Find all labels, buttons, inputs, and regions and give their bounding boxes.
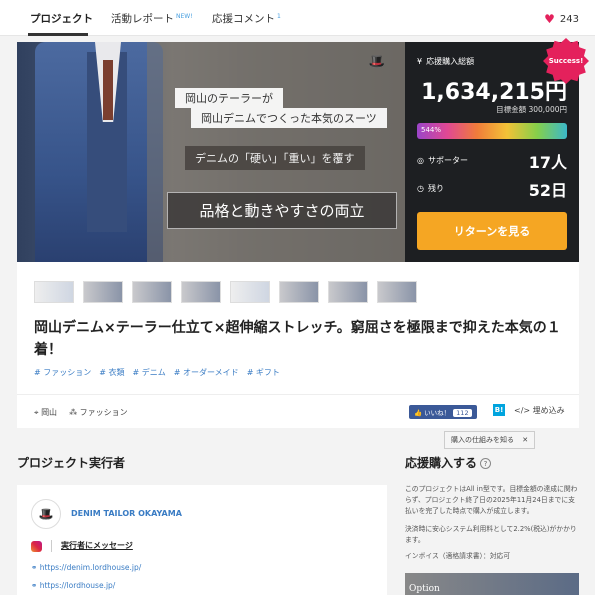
website-link[interactable]: ⚭ https://denim.lordhouse.jp/	[31, 563, 141, 572]
owner-heading: プロジェクト実行者	[17, 456, 126, 470]
website-url: https://lordhouse.jp/	[39, 581, 116, 590]
tab-project[interactable]: プロジェクト	[30, 11, 93, 26]
tab-report[interactable]: 活動レポート NEW!	[111, 11, 193, 26]
user-icon: ◎	[417, 156, 424, 165]
link-icon: ⚭	[31, 563, 38, 572]
thumbnail[interactable]	[377, 281, 417, 303]
tab-report-label: 活動レポート	[111, 13, 174, 25]
tie	[103, 60, 113, 120]
project-meta: ⌖ 岡山 ⁂ ファッション	[34, 407, 128, 418]
thumbnail[interactable]	[181, 281, 221, 303]
website-url: https://denim.lordhouse.jp/	[39, 563, 142, 572]
thumbnail[interactable]	[328, 281, 368, 303]
close-icon[interactable]: ✕	[522, 436, 528, 444]
tag-link[interactable]: # ファッション	[34, 367, 91, 378]
heart-icon: ♥	[544, 12, 555, 26]
brand-logo: 🎩	[357, 48, 397, 88]
hero-caption-2: 岡山デニムでつくった本気のスーツ	[191, 108, 387, 128]
category-icon: ⁂	[69, 408, 78, 417]
yen-icon: ¥	[417, 57, 423, 66]
buy-description: このプロジェクトはAll in型です。目標金額の達成に関わらず、プロジェクト終了…	[405, 485, 578, 515]
tab-comments[interactable]: 応援コメント 1	[212, 11, 281, 26]
clock-icon: ◷	[417, 184, 424, 193]
progress-percent: 544%	[421, 126, 442, 134]
remaining-value: 52日	[528, 181, 567, 200]
tag-link[interactable]: # 衣類	[99, 367, 124, 378]
location-link[interactable]: ⌖ 岡山	[34, 407, 57, 418]
code-icon: </>	[514, 406, 531, 415]
tooltip-text: 購入の仕組みを知る	[451, 436, 514, 444]
tag-list: # ファッション # 衣類 # デニム # オーダーメイド # ギフト	[34, 367, 280, 378]
owner-name-link[interactable]: DENIM TAILOR OKAYAMA	[71, 509, 182, 518]
supporters-label-text: サポーター	[427, 156, 468, 165]
category-link[interactable]: ⁂ ファッション	[69, 407, 128, 418]
thumbnail[interactable]	[34, 281, 74, 303]
comments-count: 1	[277, 12, 281, 20]
hero-caption-4: 品格と動きやすさの両立	[167, 192, 397, 229]
favorite-count: 243	[559, 13, 579, 25]
thumbnail[interactable]	[132, 281, 172, 303]
thumbnail[interactable]	[230, 281, 270, 303]
progress-bar: 544%	[417, 123, 567, 139]
purchase-info-tooltip[interactable]: 購入の仕組みを知る ✕	[444, 431, 536, 449]
hero-caption-1: 岡山のテーラーが	[175, 88, 283, 108]
buy-heading: 応援購入する?	[405, 454, 492, 471]
website-link[interactable]: ⚭ https://lordhouse.jp/	[31, 581, 115, 590]
link-icon: ⚭	[31, 581, 38, 590]
hero-image[interactable]: 🎩 岡山のテーラーが 岡山デニムでつくった本気のスーツ デニムの「硬い」「重い」…	[17, 42, 405, 262]
funding-amount: 1,634,215円	[421, 80, 567, 105]
supporters-label: ◎ サポーター	[417, 155, 468, 166]
embed-label: 埋め込み	[532, 406, 565, 415]
location-text: 岡山	[41, 408, 58, 417]
active-tab-indicator	[28, 33, 88, 36]
tag-link[interactable]: # オーダーメイド	[174, 367, 239, 378]
project-tabs: プロジェクト 活動レポート NEW! 応援コメント 1 ♥ 243	[0, 0, 595, 36]
image-thumbnails	[34, 281, 417, 303]
supporters-value: 17人	[528, 153, 567, 172]
option-label: Option	[409, 584, 440, 594]
favorite-button[interactable]: ♥ 243	[544, 12, 579, 26]
hero-caption-3: デニムの「硬い」「重い」を覆す	[185, 146, 365, 170]
remaining-label: ◷ 残り	[417, 183, 444, 194]
thumbs-up-icon: 👍	[414, 409, 423, 417]
facebook-like-button[interactable]: 👍 いいね！ 112	[409, 405, 477, 419]
tag-link[interactable]: # ギフト	[247, 367, 280, 378]
hatena-bookmark-icon[interactable]: B!	[493, 404, 505, 416]
tab-comments-label: 応援コメント	[212, 13, 275, 25]
see-returns-button[interactable]: リターンを見る	[417, 212, 567, 250]
target-amount: 目標金額 300,000円	[496, 105, 567, 114]
option-image[interactable]: Option	[405, 573, 579, 595]
remaining-label-text: 残り	[427, 184, 444, 193]
separator	[51, 540, 52, 552]
fee-note: 決済時に安心システム利用料として2.2%(税込)がかかります。	[405, 525, 577, 544]
thumbnail[interactable]	[279, 281, 319, 303]
instagram-icon[interactable]	[31, 541, 42, 552]
owner-card: 🎩 DENIM TAILOR OKAYAMA 実行者にメッセージ ⚭ https…	[17, 485, 387, 595]
divider	[17, 394, 579, 395]
like-label: いいね！	[424, 409, 451, 417]
tag-link[interactable]: # デニム	[133, 367, 166, 378]
owner-logo[interactable]: 🎩	[31, 499, 61, 529]
thumbnail[interactable]	[83, 281, 123, 303]
pin-icon: ⌖	[34, 408, 39, 417]
project-title: 岡山デニム×テーラー仕立て×超伸縮ストレッチ。窮屈さを極限まで抑えた本気の１着！	[34, 320, 561, 358]
buy-heading-text: 応援購入する	[405, 456, 478, 470]
message-owner-link[interactable]: 実行者にメッセージ	[61, 540, 133, 551]
total-label: ¥ 応援購入総額	[417, 56, 474, 67]
help-icon[interactable]: ?	[480, 458, 492, 469]
invoice-note: インボイス（適格請求書）：対応可	[405, 552, 511, 560]
bowtie-icon: 🎩	[368, 54, 386, 70]
new-badge: NEW!	[176, 12, 193, 20]
embed-button[interactable]: </> 埋め込み	[514, 405, 565, 416]
total-label-text: 応援購入総額	[426, 57, 475, 66]
category-text: ファッション	[79, 408, 128, 417]
project-card: 🎩 岡山のテーラーが 岡山デニムでつくった本気のスーツ デニムの「硬い」「重い」…	[17, 38, 589, 428]
like-count: 112	[453, 409, 472, 417]
